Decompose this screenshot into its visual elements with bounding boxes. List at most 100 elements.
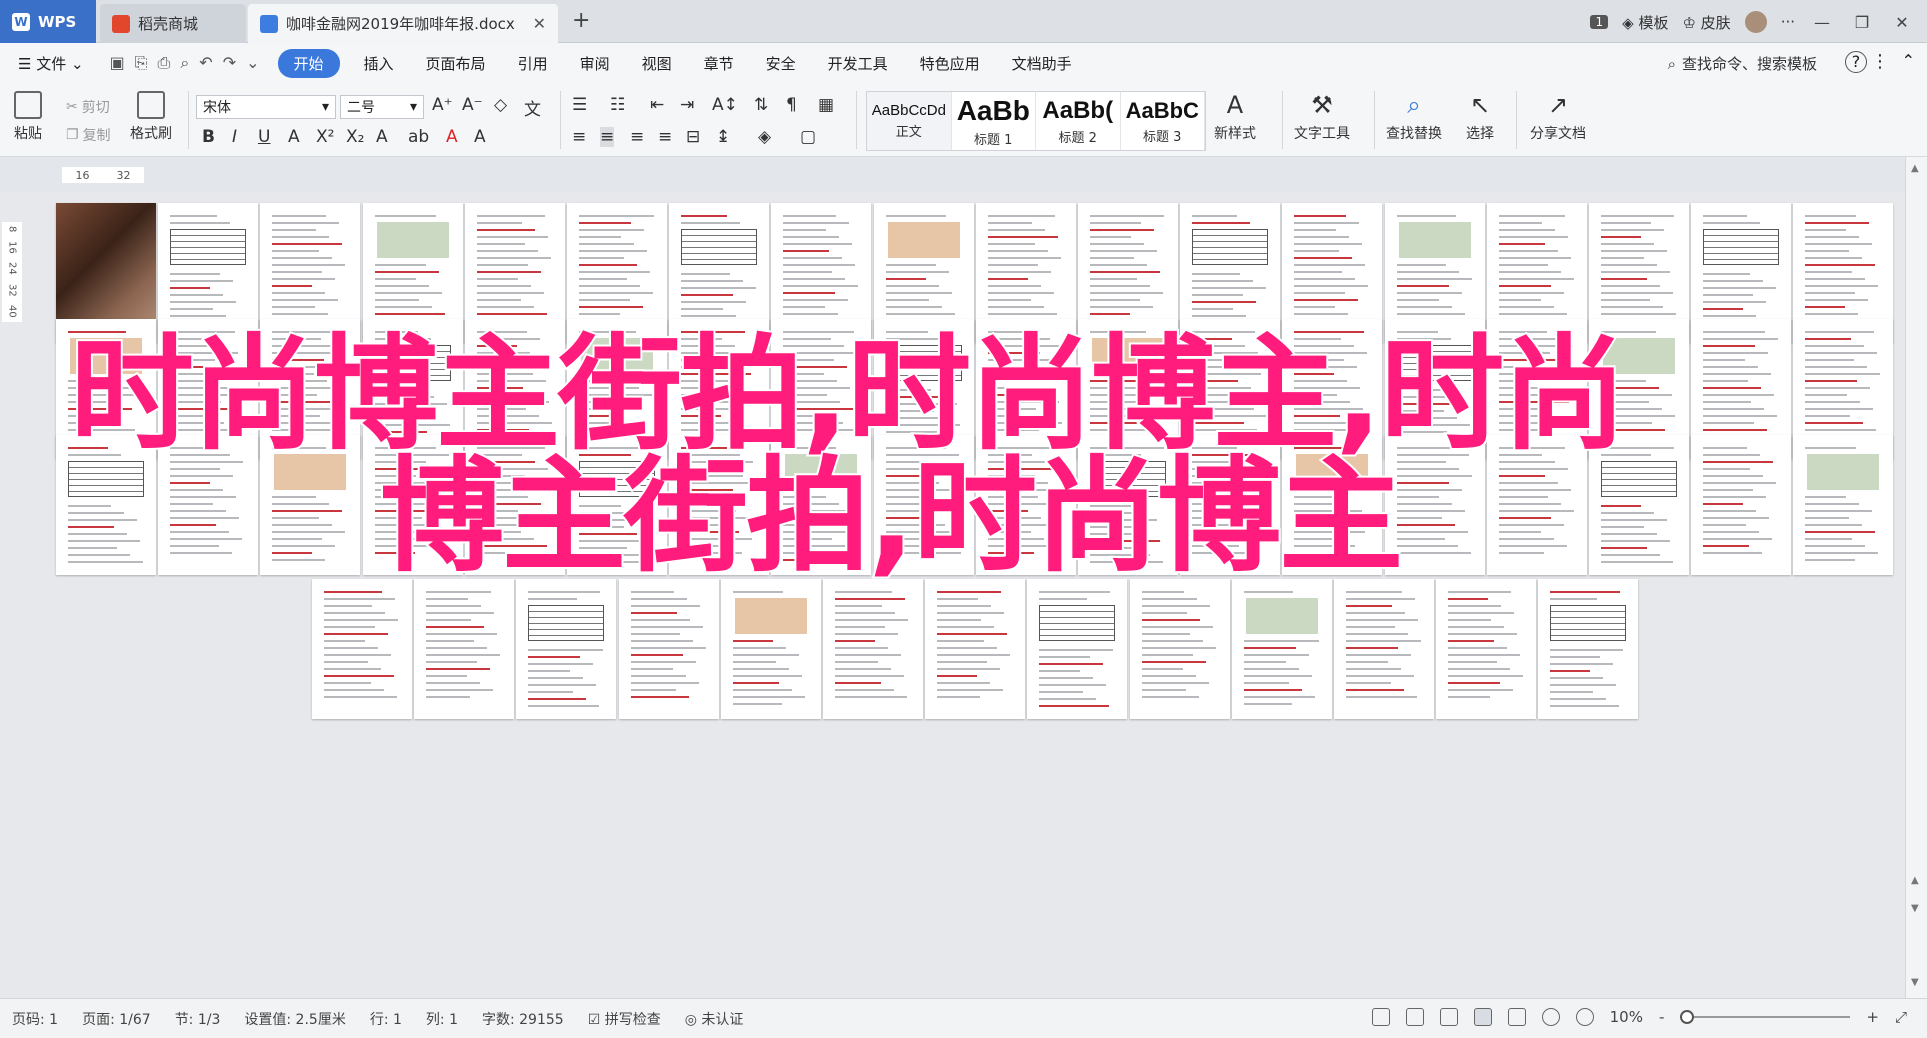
page-thumbnail[interactable] xyxy=(158,435,259,575)
certification-status[interactable]: ◎ 未认证 xyxy=(673,1009,756,1029)
page-thumbnail[interactable] xyxy=(1334,579,1434,719)
new-style-button[interactable]: A 新样式 xyxy=(1214,91,1256,143)
page-thumbnail[interactable] xyxy=(1384,435,1485,575)
page-thumbnail[interactable] xyxy=(362,435,463,575)
superscript-icon[interactable]: X² xyxy=(316,127,334,147)
copy-button[interactable]: ❐ 复制 xyxy=(66,125,111,145)
page-thumbnail[interactable] xyxy=(567,435,667,575)
page-thumbnail[interactable] xyxy=(56,435,156,575)
font-name-select[interactable]: 宋体 ▾ xyxy=(196,95,336,119)
clear-format-icon[interactable]: ◇ xyxy=(494,95,507,115)
tab-special-apps[interactable]: 特色应用 xyxy=(904,53,996,74)
tab-review[interactable]: 审阅 xyxy=(564,53,626,74)
print-icon[interactable]: ⎙ xyxy=(158,53,171,73)
text-effect-icon[interactable]: A xyxy=(376,127,388,147)
font-color-a-icon[interactable]: A xyxy=(288,127,300,147)
scroll-down-icon[interactable]: ▼ xyxy=(1911,977,1919,988)
grow-font-icon[interactable]: A⁺ xyxy=(432,95,453,115)
page-thumbnail[interactable] xyxy=(1691,435,1792,575)
text-tools-button[interactable]: ⚒ 文字工具 xyxy=(1294,91,1350,143)
tab-insert[interactable]: 插入 xyxy=(348,53,410,74)
shading-icon[interactable]: ◈ xyxy=(758,127,771,147)
status-column[interactable]: 列: 1 xyxy=(414,1009,470,1029)
tab-docer-store[interactable]: 稻壳商城 xyxy=(100,4,246,43)
zoom-out-button[interactable]: - xyxy=(1659,1008,1664,1026)
share-doc-button[interactable]: ↗ 分享文档 xyxy=(1530,91,1586,143)
subscript-icon[interactable]: X₂ xyxy=(346,127,364,147)
page-thumbnail[interactable] xyxy=(1486,435,1587,575)
redo-icon[interactable]: ↷ xyxy=(223,53,236,73)
tab-doc-assistant[interactable]: 文档助手 xyxy=(996,53,1088,74)
page-thumbnail[interactable] xyxy=(669,435,770,575)
close-tab-icon[interactable]: ✕ xyxy=(533,14,546,33)
more-options-icon[interactable]: ⋮ xyxy=(1871,51,1889,72)
page-thumbnail[interactable] xyxy=(1231,579,1332,719)
page-thumbnail[interactable] xyxy=(771,435,872,575)
skin-button[interactable]: ♔ 皮肤 xyxy=(1682,12,1730,33)
status-page-count[interactable]: 页面: 1/67 xyxy=(70,1009,163,1029)
bullets-icon[interactable]: ☰ xyxy=(572,95,587,115)
sort-icon[interactable]: ⇅ xyxy=(754,95,768,115)
more-dots[interactable]: ··· xyxy=(1781,13,1795,31)
page-thumbnail[interactable] xyxy=(1793,435,1894,575)
numbering-icon[interactable]: ☷ xyxy=(610,95,625,115)
select-button[interactable]: ↖ 选择 xyxy=(1466,91,1494,143)
export-icon[interactable]: ⎘ xyxy=(135,53,148,73)
help-icon[interactable]: ? xyxy=(1845,51,1867,73)
tab-developer[interactable]: 开发工具 xyxy=(812,53,904,74)
align-center-icon[interactable]: ≡ xyxy=(600,127,615,147)
show-marks-icon[interactable]: ¶ xyxy=(786,95,797,115)
window-count-badge[interactable]: 1 xyxy=(1590,15,1609,29)
outline-view-icon[interactable] xyxy=(1507,1008,1526,1026)
align-right-icon[interactable]: ≡ xyxy=(630,127,644,147)
vertical-ruler[interactable]: 8 16 24 32 40 xyxy=(2,222,22,322)
spell-check-button[interactable]: ☑ 拼写检查 xyxy=(576,1009,673,1029)
wps-home-tab[interactable]: W WPS xyxy=(0,0,96,43)
style-heading-2[interactable]: AaBb( 标题 2 xyxy=(1036,92,1121,150)
increase-indent-icon[interactable]: ⇥ xyxy=(680,95,694,115)
scroll-next-page-icon[interactable]: ▼ xyxy=(1911,903,1919,914)
page-thumbnail[interactable] xyxy=(975,435,1076,575)
eye-protection-icon[interactable] xyxy=(1575,1008,1594,1026)
tab-page-layout[interactable]: 页面布局 xyxy=(410,53,502,74)
zoom-level[interactable]: 10% xyxy=(1610,1008,1643,1026)
tab-references[interactable]: 引用 xyxy=(502,53,564,74)
tab-home[interactable]: 开始 xyxy=(277,48,340,78)
text-direction-icon[interactable]: A↕ xyxy=(712,95,738,115)
tab-security[interactable]: 安全 xyxy=(750,53,812,74)
page-thumbnail[interactable] xyxy=(925,579,1026,719)
command-search[interactable]: ⌕ 查找命令、搜索模板 xyxy=(1668,53,1817,74)
find-replace-button[interactable]: ⌕ 查找替换 xyxy=(1386,91,1442,143)
page-thumbnail[interactable] xyxy=(823,579,923,719)
justify-icon[interactable]: ≡ xyxy=(658,127,672,147)
font-size-select[interactable]: 二号 ▾ xyxy=(340,95,424,119)
dropdown-icon[interactable]: ⌄ xyxy=(246,53,259,73)
page-thumbnail[interactable] xyxy=(464,435,565,575)
bold-icon[interactable]: B xyxy=(202,127,215,147)
status-section[interactable]: 节: 1/3 xyxy=(163,1009,233,1029)
zoom-in-button[interactable]: + xyxy=(1866,1008,1879,1026)
document-workspace[interactable]: 时尚博主街拍,时尚博主,时尚 博主街拍,时尚博主 xyxy=(0,193,1905,998)
file-menu[interactable]: ☰ 文件 ⌄ xyxy=(0,53,100,74)
fit-page-icon[interactable]: ⤢ xyxy=(1895,1008,1907,1026)
decrease-indent-icon[interactable]: ⇤ xyxy=(650,95,664,115)
zoom-slider[interactable] xyxy=(1680,1010,1851,1024)
restore-icon[interactable]: ❐ xyxy=(1849,13,1875,32)
zoom-slider-handle[interactable] xyxy=(1680,1010,1695,1024)
undo-icon[interactable]: ↶ xyxy=(199,53,212,73)
page-thumbnail[interactable] xyxy=(1027,579,1128,719)
page-thumbnail[interactable] xyxy=(1589,435,1689,575)
page-thumbnail[interactable] xyxy=(1129,579,1230,719)
page-thumbnail[interactable] xyxy=(260,435,361,575)
template-button[interactable]: ◈ 模板 xyxy=(1622,12,1668,33)
web-view-icon[interactable] xyxy=(1541,1008,1560,1026)
paste-button[interactable]: 粘贴 xyxy=(14,91,42,143)
page-thumbnail[interactable] xyxy=(1538,579,1639,719)
line-spacing-icon[interactable]: ↨ xyxy=(716,127,730,147)
font-color-icon[interactable]: A xyxy=(446,127,458,147)
avatar[interactable] xyxy=(1744,11,1767,33)
reading-mode-icon[interactable] xyxy=(1405,1008,1424,1026)
borders-icon[interactable]: ▢ xyxy=(800,127,816,147)
page-thumbnail[interactable] xyxy=(873,435,974,575)
align-left-icon[interactable]: ≡ xyxy=(572,127,586,147)
